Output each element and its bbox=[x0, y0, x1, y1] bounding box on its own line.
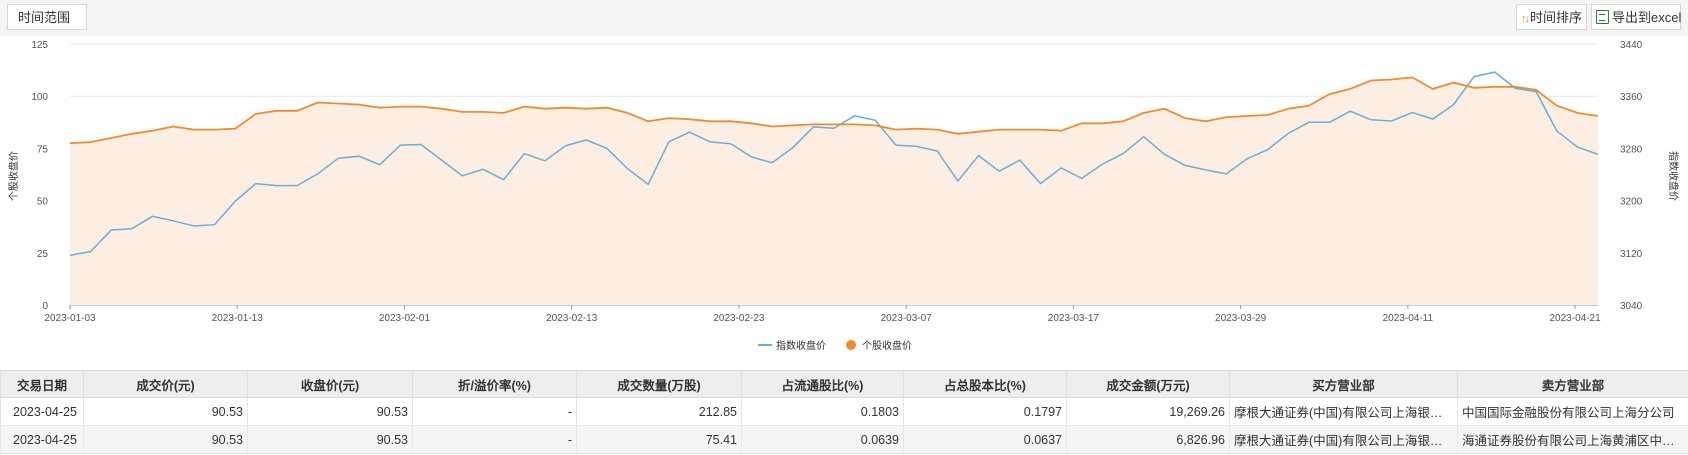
table-row[interactable]: 2023-04-25 90.53 90.53 - 212.85 0.1803 0… bbox=[0, 397, 1688, 426]
time-sort-button[interactable]: ↑↓ 时间排序 bbox=[1516, 4, 1587, 30]
y-left-tick-label: 75 bbox=[37, 144, 49, 155]
y-left-tick-label: 25 bbox=[37, 249, 49, 260]
cell-close-price: 90.53 bbox=[247, 425, 413, 454]
y-right-tick-label: 3040 bbox=[1620, 301, 1643, 312]
stock-close-area bbox=[70, 77, 1598, 306]
price-chart: 0 25 50 75 100 125 3040 3120 3200 3280 3360 3440 202… bbox=[7, 40, 1680, 352]
export-excel-label: 导出到excel bbox=[1612, 10, 1682, 25]
x-tick-label: 2023-03-07 bbox=[881, 313, 933, 324]
x-tick-label: 2023-01-03 bbox=[44, 313, 96, 324]
legend-index-label: 指数收盘价 bbox=[776, 339, 826, 352]
col-seller[interactable]: 卖方营业部 bbox=[1457, 370, 1688, 398]
col-float-ratio[interactable]: 占流通股比(%) bbox=[741, 370, 904, 398]
col-buyer[interactable]: 买方营业部 bbox=[1229, 370, 1458, 398]
x-tick-label: 2023-02-01 bbox=[379, 313, 431, 324]
cell-total-ratio: 0.1797 bbox=[903, 397, 1067, 426]
y-left-tick-label: 0 bbox=[42, 301, 48, 312]
cell-trade-date: 2023-04-25 bbox=[0, 425, 84, 454]
y-left-tick-label: 100 bbox=[31, 92, 48, 103]
col-premium-rate[interactable]: 折/溢价率(%) bbox=[412, 370, 577, 398]
col-volume[interactable]: 成交数量(万股) bbox=[576, 370, 742, 398]
cell-amount: 6,826.96 bbox=[1066, 425, 1230, 454]
y-left-tick-label: 50 bbox=[37, 197, 49, 208]
cell-volume: 75.41 bbox=[576, 425, 742, 454]
table-row[interactable]: 2023-04-25 90.53 90.53 - 75.41 0.0639 0.… bbox=[0, 425, 1688, 454]
cell-float-ratio: 0.0639 bbox=[741, 425, 904, 454]
legend-stock-label: 个股收盘价 bbox=[862, 339, 912, 352]
axes bbox=[69, 305, 1576, 309]
col-amount[interactable]: 成交金额(万元) bbox=[1066, 370, 1230, 398]
toolbar: 时间范围 ↑↓ 时间排序 导出到excel bbox=[0, 0, 1688, 36]
col-trade-date[interactable]: 交易日期 bbox=[0, 370, 84, 398]
export-excel-button[interactable]: 导出到excel bbox=[1591, 4, 1681, 30]
cell-trade-date: 2023-04-25 bbox=[0, 397, 84, 426]
cell-seller: 海通证券股份有限公司上海黄浦区中山南路证券营业部 bbox=[1457, 425, 1688, 454]
cell-seller: 中国国际金融股份有限公司上海分公司 bbox=[1457, 397, 1688, 426]
cell-premium-rate: - bbox=[412, 397, 577, 426]
cell-close-price: 90.53 bbox=[247, 397, 413, 426]
y-right-tick-label: 3440 bbox=[1620, 40, 1643, 51]
y-left-tick-label: 125 bbox=[31, 40, 48, 51]
y-right-tick-label: 3120 bbox=[1620, 249, 1643, 260]
cell-buyer: 摩根大通证券(中国)有限公司上海银城中路证券营业部 bbox=[1229, 397, 1458, 426]
time-range-button[interactable]: 时间范围 bbox=[7, 4, 87, 30]
col-deal-price[interactable]: 成交价(元) bbox=[83, 370, 248, 398]
x-tick-label: 2023-03-29 bbox=[1215, 313, 1267, 324]
cell-float-ratio: 0.1803 bbox=[741, 397, 904, 426]
col-close-price[interactable]: 收盘价(元) bbox=[247, 370, 413, 398]
table-header-row: 交易日期 成交价(元) 收盘价(元) 折/溢价率(%) 成交数量(万股) 占流通… bbox=[0, 370, 1688, 398]
cell-premium-rate: - bbox=[412, 425, 577, 454]
cell-volume: 212.85 bbox=[576, 397, 742, 426]
cell-total-ratio: 0.0637 bbox=[903, 425, 1067, 454]
y-axis-label-left: 个股收盘价 bbox=[7, 151, 20, 201]
chart-legend: 指数收盘价 个股收盘价 bbox=[758, 339, 912, 352]
time-sort-label: 时间排序 bbox=[1530, 10, 1583, 25]
cell-buyer: 摩根大通证券(中国)有限公司上海银城中路证券营业部 bbox=[1229, 425, 1458, 454]
x-tick-label: 2023-04-21 bbox=[1550, 313, 1602, 324]
x-tick-label: 2023-03-17 bbox=[1048, 313, 1100, 324]
legend-stock-swatch bbox=[846, 340, 856, 350]
y-right-tick-label: 3280 bbox=[1620, 144, 1643, 155]
x-tick-label: 2023-02-23 bbox=[713, 313, 765, 324]
cell-deal-price: 90.53 bbox=[83, 425, 248, 454]
sort-arrows-icon: ↑↓ bbox=[1521, 13, 1530, 25]
block-trades-table: 交易日期 成交价(元) 收盘价(元) 折/溢价率(%) 成交数量(万股) 占流通… bbox=[0, 370, 1688, 454]
y-right-tick-label: 3200 bbox=[1620, 197, 1643, 208]
x-tick-label: 2023-01-13 bbox=[212, 313, 264, 324]
cell-amount: 19,269.26 bbox=[1066, 397, 1230, 426]
excel-icon bbox=[1596, 10, 1609, 24]
y-axis-label-right: 指数收盘价 bbox=[1667, 151, 1680, 201]
cell-deal-price: 90.53 bbox=[83, 397, 248, 426]
x-tick-label: 2023-02-13 bbox=[546, 313, 598, 324]
x-tick-label: 2023-04-11 bbox=[1383, 313, 1434, 324]
y-right-tick-label: 3360 bbox=[1620, 92, 1643, 103]
col-total-ratio[interactable]: 占总股本比(%) bbox=[903, 370, 1067, 398]
